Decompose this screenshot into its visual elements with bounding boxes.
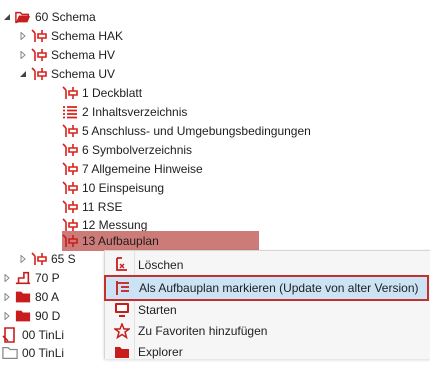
tree-item-label: Schema HV (51, 48, 116, 62)
tree-item-label: 00 TinLi (22, 328, 65, 342)
schema-icon (62, 180, 78, 196)
tree-item-inhaltsverzeichnis[interactable]: 2 Inhaltsverzeichnis (62, 103, 187, 121)
schema-icon (31, 28, 47, 44)
tree-item-label: 11 RSE (82, 200, 123, 214)
tree-item-label: 10 Einspeisung (82, 181, 165, 195)
tree-item-label: Schema UV (51, 67, 116, 81)
menu-item-label: Zu Favoriten hinzufügen (138, 324, 268, 338)
folder-icon (15, 289, 31, 305)
tree-item-label: 13 Aufbauplan (82, 234, 159, 248)
menu-item-label: Starten (138, 303, 177, 317)
tree-item-schema-hak[interactable]: Schema HAK (18, 27, 123, 45)
document-link-icon (2, 327, 18, 343)
tree-item-label: 1 Deckblatt (82, 86, 143, 100)
expanded-arrow-icon[interactable] (18, 65, 28, 83)
schema-icon (31, 251, 47, 267)
schema-icon (62, 199, 78, 215)
tree-item-label: 60 Schema (35, 10, 96, 24)
tree-item-label: 70 P (35, 271, 60, 285)
tree-item-60-schema[interactable]: 60 Schema (2, 8, 96, 26)
collapsed-arrow-icon[interactable] (2, 269, 12, 287)
start-icon (113, 301, 131, 319)
tree-item-65[interactable]: 65 S (18, 250, 76, 268)
tree-item-schema-uv[interactable]: Schema UV (18, 65, 115, 83)
schema-icon (62, 85, 78, 101)
mark-layout-icon (114, 279, 132, 297)
list-icon (62, 104, 78, 120)
tree-item-label: 6 Symbolverzeichnis (82, 143, 193, 157)
collapsed-arrow-icon[interactable] (18, 250, 28, 268)
folder-open-icon (15, 9, 31, 25)
folder-icon (15, 308, 31, 324)
tree-item-label: 2 Inhaltsverzeichnis (82, 105, 188, 119)
schema-icon (62, 233, 78, 249)
tree-item-allgemeine-hinweise[interactable]: 7 Allgemeine Hinweise (62, 160, 203, 178)
tree-item-70[interactable]: 70 P (2, 269, 60, 287)
schema-icon (62, 123, 78, 139)
tree-item-symbolverzeichnis[interactable]: 6 Symbolverzeichnis (62, 141, 192, 159)
schema-icon (62, 142, 78, 158)
tree-item-deckblatt[interactable]: 1 Deckblatt (62, 84, 142, 102)
favorite-star-icon (113, 322, 131, 340)
schema-icon (62, 161, 78, 177)
tree-item-tinlib-2[interactable]: 00 TinLi (2, 344, 64, 362)
tree-item-schema-hv[interactable]: Schema HV (18, 46, 115, 64)
collapsed-arrow-icon[interactable] (18, 46, 28, 64)
menu-item-label: Als Aufbauplan markieren (Update von alt… (139, 281, 419, 295)
tree-item-einspeisung[interactable]: 10 Einspeisung (62, 179, 164, 197)
menu-item-explorer[interactable]: Explorer (105, 339, 430, 365)
menu-item-label: Explorer (138, 345, 183, 359)
schema-icon (31, 66, 47, 82)
tree-item-label: 65 S (51, 252, 76, 266)
expanded-arrow-icon[interactable] (2, 8, 12, 26)
tree-item-aufbauplan[interactable]: 13 Aufbauplan (62, 232, 159, 250)
delete-icon (113, 256, 131, 274)
tree-item-anschluss[interactable]: 5 Anschluss- und Umgebungsbedingungen (62, 122, 311, 140)
folder-icon (2, 345, 18, 361)
collapsed-arrow-icon[interactable] (18, 27, 28, 45)
tree-item-80[interactable]: 80 A (2, 288, 59, 306)
tree-item-label: Schema HAK (51, 29, 124, 43)
menu-item-label: Löschen (138, 258, 184, 272)
context-menu: Löschen Als Aufbauplan markieren (Update… (104, 250, 430, 359)
schema-icon (31, 47, 47, 63)
plan-icon (15, 270, 31, 286)
tree-item-label: 80 A (35, 290, 60, 304)
tree-item-label: 7 Allgemeine Hinweise (82, 162, 203, 176)
tree-item-rse[interactable]: 11 RSE (62, 198, 122, 216)
collapsed-arrow-icon[interactable] (2, 288, 12, 306)
tree-item-90[interactable]: 90 D (2, 307, 60, 325)
tree-item-label: 5 Anschluss- und Umgebungsbedingungen (82, 124, 311, 138)
collapsed-arrow-icon[interactable] (2, 307, 12, 325)
tree-item-tinlib-1[interactable]: 00 TinLi (2, 326, 64, 344)
tree-item-label: 90 D (35, 309, 61, 323)
tree-item-label: 00 TinLi (22, 346, 65, 360)
folder-icon (113, 343, 131, 361)
